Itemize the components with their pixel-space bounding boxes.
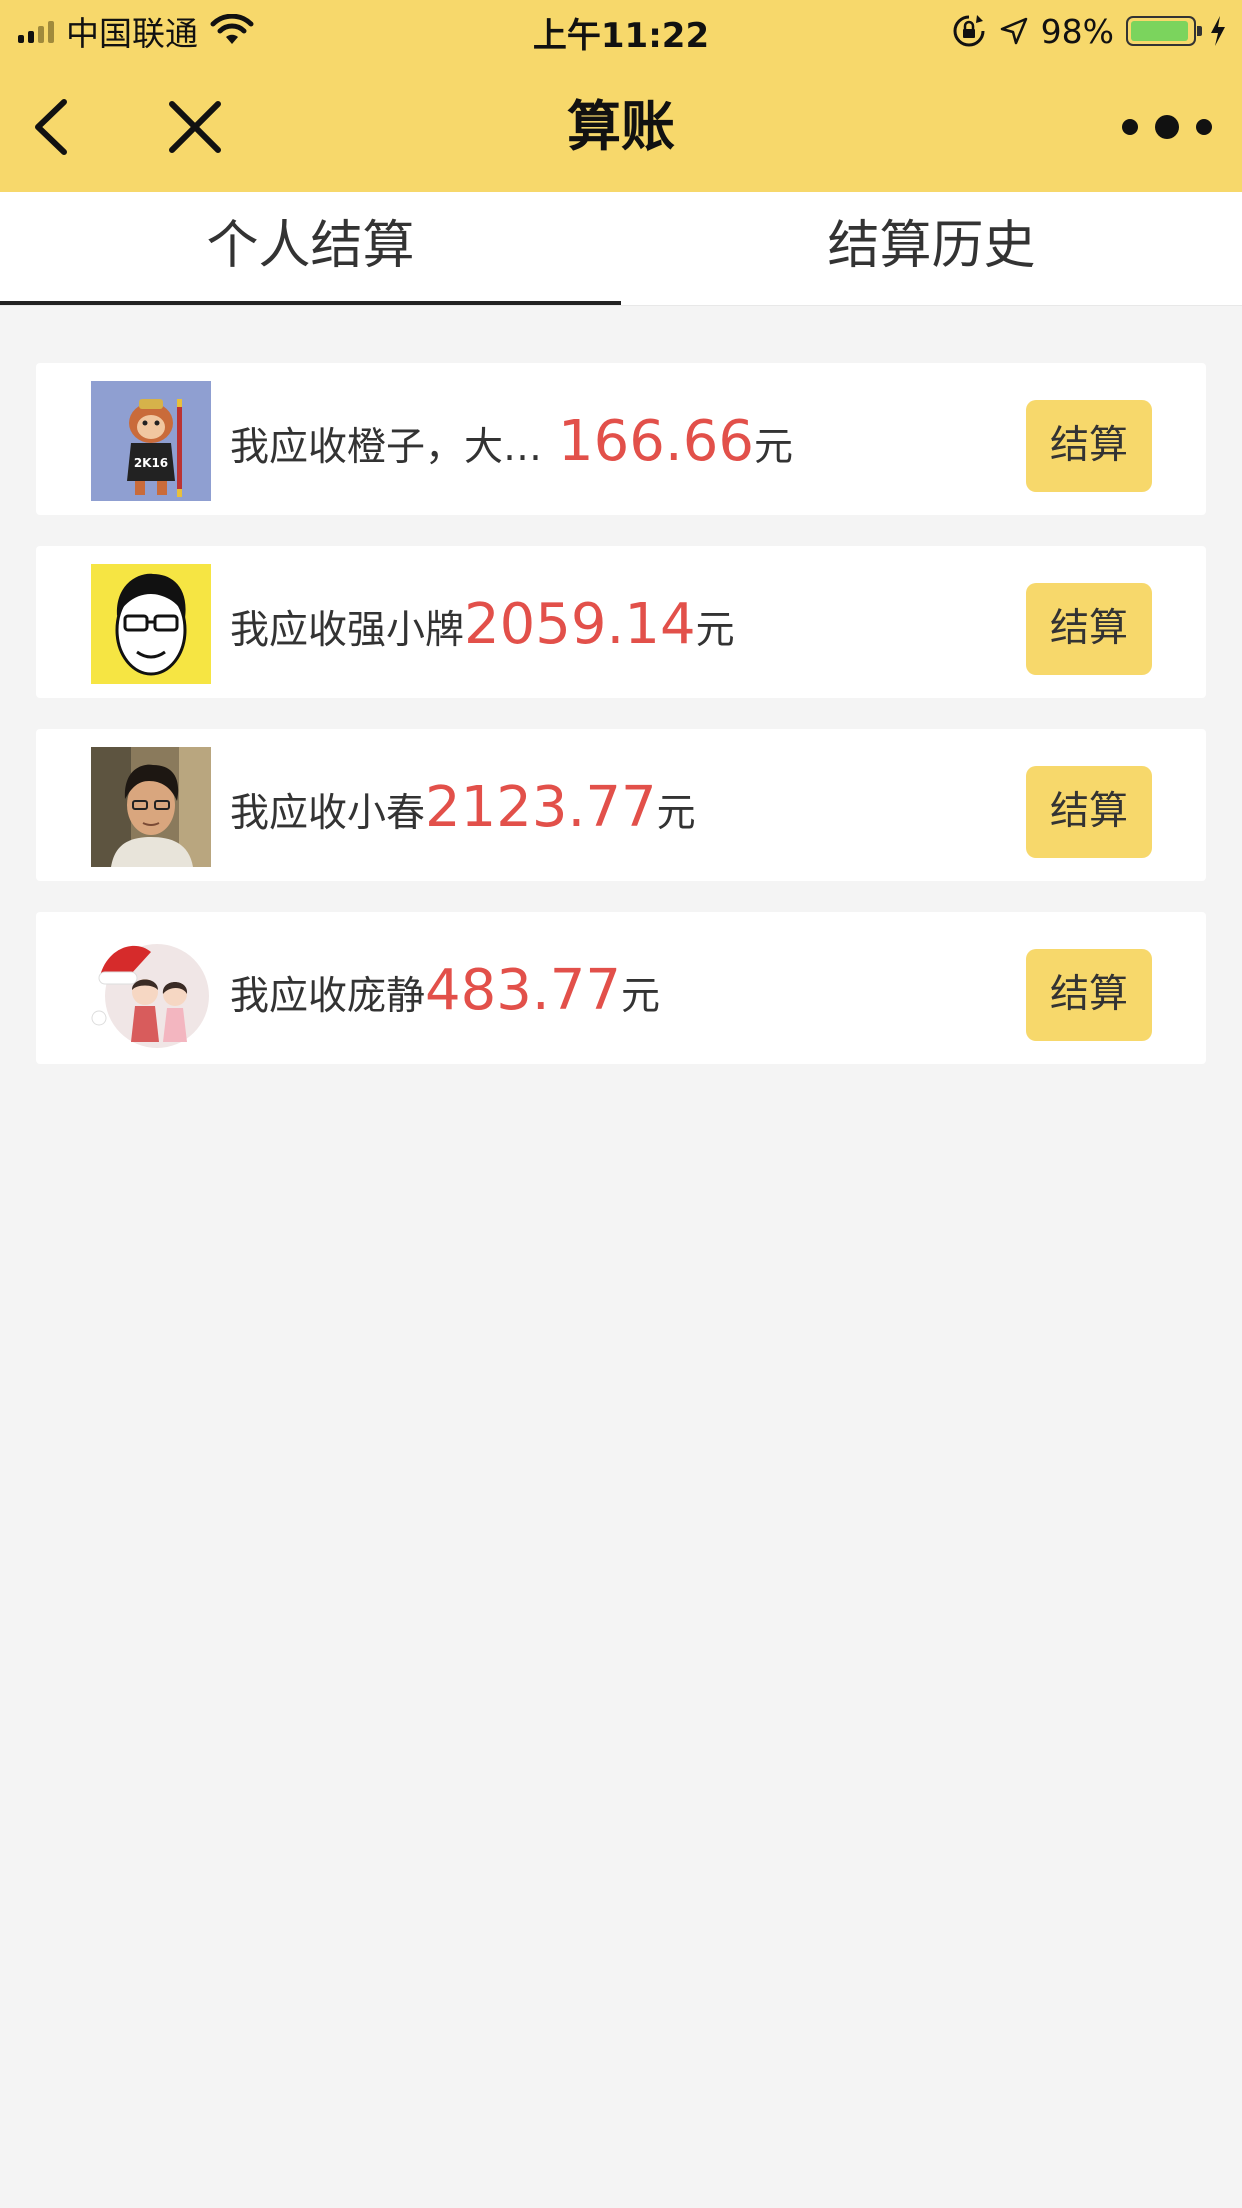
more-icon[interactable] bbox=[1112, 102, 1222, 152]
svg-text:2K16: 2K16 bbox=[134, 456, 168, 470]
status-bar: 中国联通 上午11:22 98% bbox=[0, 0, 1242, 62]
settlement-card: 我应收小春 2123.77 元 结算 bbox=[36, 729, 1206, 881]
tab-bar: 个人结算 结算历史 bbox=[0, 192, 1242, 306]
currency-unit: 元 bbox=[620, 974, 660, 1019]
nav-bar: 算账 bbox=[0, 62, 1242, 192]
settle-button[interactable]: 结算 bbox=[1026, 766, 1152, 858]
receivable-label: 我应收强小牌 bbox=[230, 608, 465, 653]
receivable-amount: 2059.14 bbox=[464, 592, 696, 657]
battery-icon bbox=[1126, 16, 1202, 46]
status-right: 98% bbox=[951, 8, 1228, 54]
settlement-card: 我应收强小牌 2059.14 元 结算 bbox=[36, 546, 1206, 698]
cartoon-face-avatar bbox=[91, 564, 211, 684]
settlement-text-line: 我应收小春 2123.77 元 bbox=[230, 729, 696, 881]
monkey-avatar: 2K16 bbox=[91, 381, 211, 501]
tab-settlement-history[interactable]: 结算历史 bbox=[621, 192, 1242, 305]
currency-unit: 元 bbox=[753, 425, 793, 470]
page-title: 算账 bbox=[567, 95, 675, 158]
settlement-list: 2K16 我应收橙子，大… 166.66 元 结算 我应收强小牌 2059.14… bbox=[36, 363, 1206, 1095]
settle-button[interactable]: 结算 bbox=[1026, 583, 1152, 675]
charging-icon bbox=[1211, 16, 1225, 46]
receivable-amount: 483.77 bbox=[425, 958, 621, 1023]
receivable-amount: 166.66 bbox=[558, 409, 754, 474]
battery-percent: 98% bbox=[1040, 11, 1114, 51]
settlement-text-line: 我应收橙子，大… 166.66 元 bbox=[230, 363, 793, 515]
tab-personal-settlement[interactable]: 个人结算 bbox=[0, 192, 621, 305]
settlement-text-line: 我应收庞静 483.77 元 bbox=[230, 912, 660, 1064]
settlement-text-line: 我应收强小牌 2059.14 元 bbox=[230, 546, 735, 698]
photo-avatar bbox=[91, 747, 211, 867]
settle-button[interactable]: 结算 bbox=[1026, 400, 1152, 492]
couple-avatar bbox=[91, 930, 211, 1050]
receivable-label: 我应收庞静 bbox=[230, 974, 426, 1019]
receivable-amount: 2123.77 bbox=[425, 775, 657, 840]
location-icon bbox=[1000, 17, 1027, 45]
orientation-lock-icon bbox=[953, 15, 985, 47]
settle-button[interactable]: 结算 bbox=[1026, 949, 1152, 1041]
currency-unit: 元 bbox=[656, 791, 696, 836]
receivable-label: 我应收小春 bbox=[230, 791, 426, 836]
settlement-card: 我应收庞静 483.77 元 结算 bbox=[36, 912, 1206, 1064]
active-tab-indicator bbox=[0, 301, 621, 305]
settlement-card: 2K16 我应收橙子，大… 166.66 元 结算 bbox=[36, 363, 1206, 515]
currency-unit: 元 bbox=[695, 608, 735, 653]
receivable-label: 我应收橙子，大… bbox=[230, 425, 543, 470]
